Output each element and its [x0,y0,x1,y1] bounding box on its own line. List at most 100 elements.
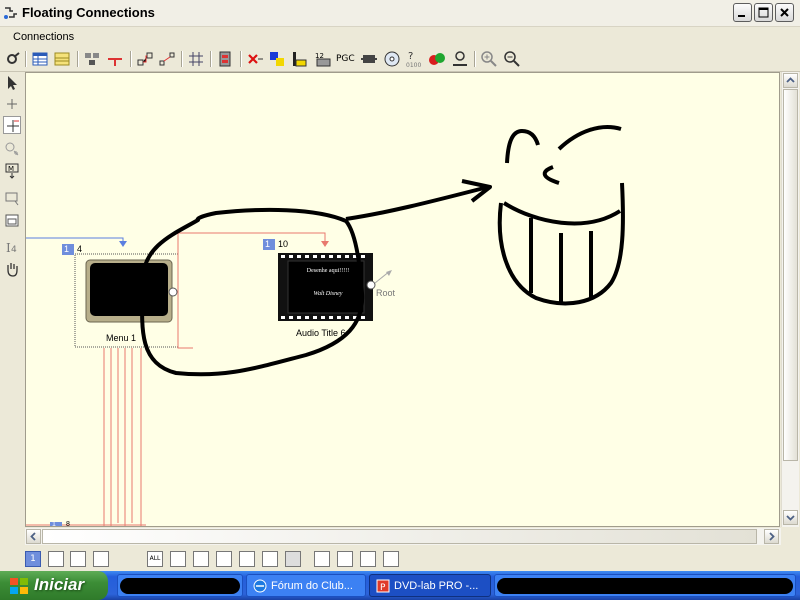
toolbar-separator [181,51,183,67]
horizontal-scroll-thumb[interactable] [42,529,757,544]
connections-canvas[interactable]: 1 4 Menu 1 1 10 Audio Title 6 Desenhe aq… [25,72,780,527]
task-label-2: Fórum do Club... [271,580,353,592]
chevron-right-icon [769,532,775,541]
title-node-label: Audio Title 6 [296,328,346,338]
title-output-port[interactable] [366,280,376,290]
hand-icon[interactable] [3,260,21,278]
table-view-icon[interactable] [53,50,71,68]
thumbnail-text-line1: Desenhe aqui!!!!! [306,268,350,274]
all-button[interactable]: ALL [147,551,163,567]
pgc-label: PGC [336,54,355,64]
thumbnail-text-line2: Walt Disney [313,291,343,297]
menu-thumbnail-content [90,263,168,316]
toolbar-separator [25,51,27,67]
root-arrow-icon [386,270,392,276]
redacted-area [120,578,240,594]
film-view-icon[interactable] [48,551,64,567]
title-bar: Floating Connections [0,0,800,27]
film-strip-icon[interactable] [360,50,378,68]
vertical-scrollbar[interactable] [781,72,799,527]
scroll-down-button[interactable] [783,510,798,525]
bottom-node-badge: 1 [52,521,56,527]
window-icon[interactable] [3,212,21,230]
disc-icon[interactable] [383,50,401,68]
route-icon[interactable] [136,50,154,68]
left-tool-strip: M I4 [0,72,24,542]
title-node-badge: 1 [265,239,271,249]
title-node-number: 10 [278,239,289,249]
pointer-icon[interactable] [3,74,21,92]
scroll-right-button[interactable] [764,529,779,544]
toolbar-separator [210,51,212,67]
start-button[interactable]: Iniciar [0,571,108,600]
menu-add-icon[interactable]: M [3,162,21,180]
grid-view-icon[interactable] [31,50,49,68]
toolbar-separator [77,51,79,67]
close-button[interactable] [775,3,794,22]
un-view-icon[interactable] [383,551,399,567]
toolbar-separator [130,51,132,67]
text-tool-icon[interactable]: I4 [3,238,21,256]
toolbar-separator [474,51,476,67]
scroll-up-button[interactable] [783,73,798,88]
page-one-button[interactable]: 1 [25,551,41,567]
task-button-4[interactable] [494,574,796,597]
smiley-upper-lip [502,201,622,226]
center-view-icon[interactable] [216,551,232,567]
root-label: Root [376,288,396,298]
minimize-button[interactable] [733,3,752,22]
jump-view-icon[interactable] [314,551,330,567]
route-diagonal-icon[interactable] [158,50,176,68]
title-order-icon[interactable]: 12 [314,50,332,68]
vertical-scroll-thumb[interactable] [783,89,798,461]
bottom-node-number: 8 [66,521,70,527]
prev-view-icon[interactable] [193,551,209,567]
smiley-right-eye [557,125,622,151]
task-button-1[interactable] [117,574,243,597]
connect-red-icon[interactable] [106,50,124,68]
crosshair-icon[interactable] [3,95,21,113]
layout-icon[interactable] [3,190,21,208]
help-counter-icon[interactable]: ? 0100 [405,50,423,68]
menu-return-connection [177,291,193,349]
horizontal-scrollbar[interactable] [25,528,781,545]
color-mark-icon[interactable] [268,50,286,68]
scroll-left-button[interactable] [26,529,41,544]
snap-grid-icon[interactable] [187,50,205,68]
link-icon[interactable] [4,50,22,68]
doc-view-icon[interactable] [93,551,109,567]
menu-connections[interactable]: Connections [13,31,74,43]
play-view-icon[interactable] [337,551,353,567]
settings-view-icon[interactable] [117,551,133,567]
connection-arrow-icon [119,241,127,247]
svg-text:0100: 0100 [406,62,421,68]
task-button-2[interactable]: Fórum do Club... [246,574,366,597]
align-icon[interactable] [83,50,101,68]
connect-tool-icon[interactable] [3,116,21,134]
arrow-view-icon[interactable] [360,551,376,567]
blank-view-icon[interactable] [170,551,186,567]
distribute-icon[interactable] [216,50,234,68]
menu-output-port[interactable] [168,287,178,297]
smiley-nose [542,165,560,185]
task-button-3[interactable]: P DVD-lab PRO -... [369,574,491,597]
redacted-area [497,578,793,594]
user-sign-icon[interactable] [451,50,469,68]
help-view-icon[interactable] [239,551,255,567]
list-view-icon[interactable] [70,551,86,567]
first-play-icon[interactable] [290,50,308,68]
magnet-icon[interactable] [3,140,21,158]
zoom-out-icon[interactable] [503,50,521,68]
menu-down-connections [103,348,142,526]
maximize-button[interactable] [754,3,773,22]
color-balls-icon[interactable] [428,50,446,68]
windows-logo-icon [10,578,28,594]
export-view-icon[interactable] [262,551,278,567]
zoom-in-icon[interactable] [480,50,498,68]
pgc-button[interactable]: PGC [336,50,358,68]
delete-link-icon[interactable] [246,50,264,68]
copy-view-icon[interactable] [285,551,301,567]
hand-drawn-arrow [345,185,489,221]
task-label-3: DVD-lab PRO -... [394,580,479,592]
menu-bar: Connections [0,27,800,47]
